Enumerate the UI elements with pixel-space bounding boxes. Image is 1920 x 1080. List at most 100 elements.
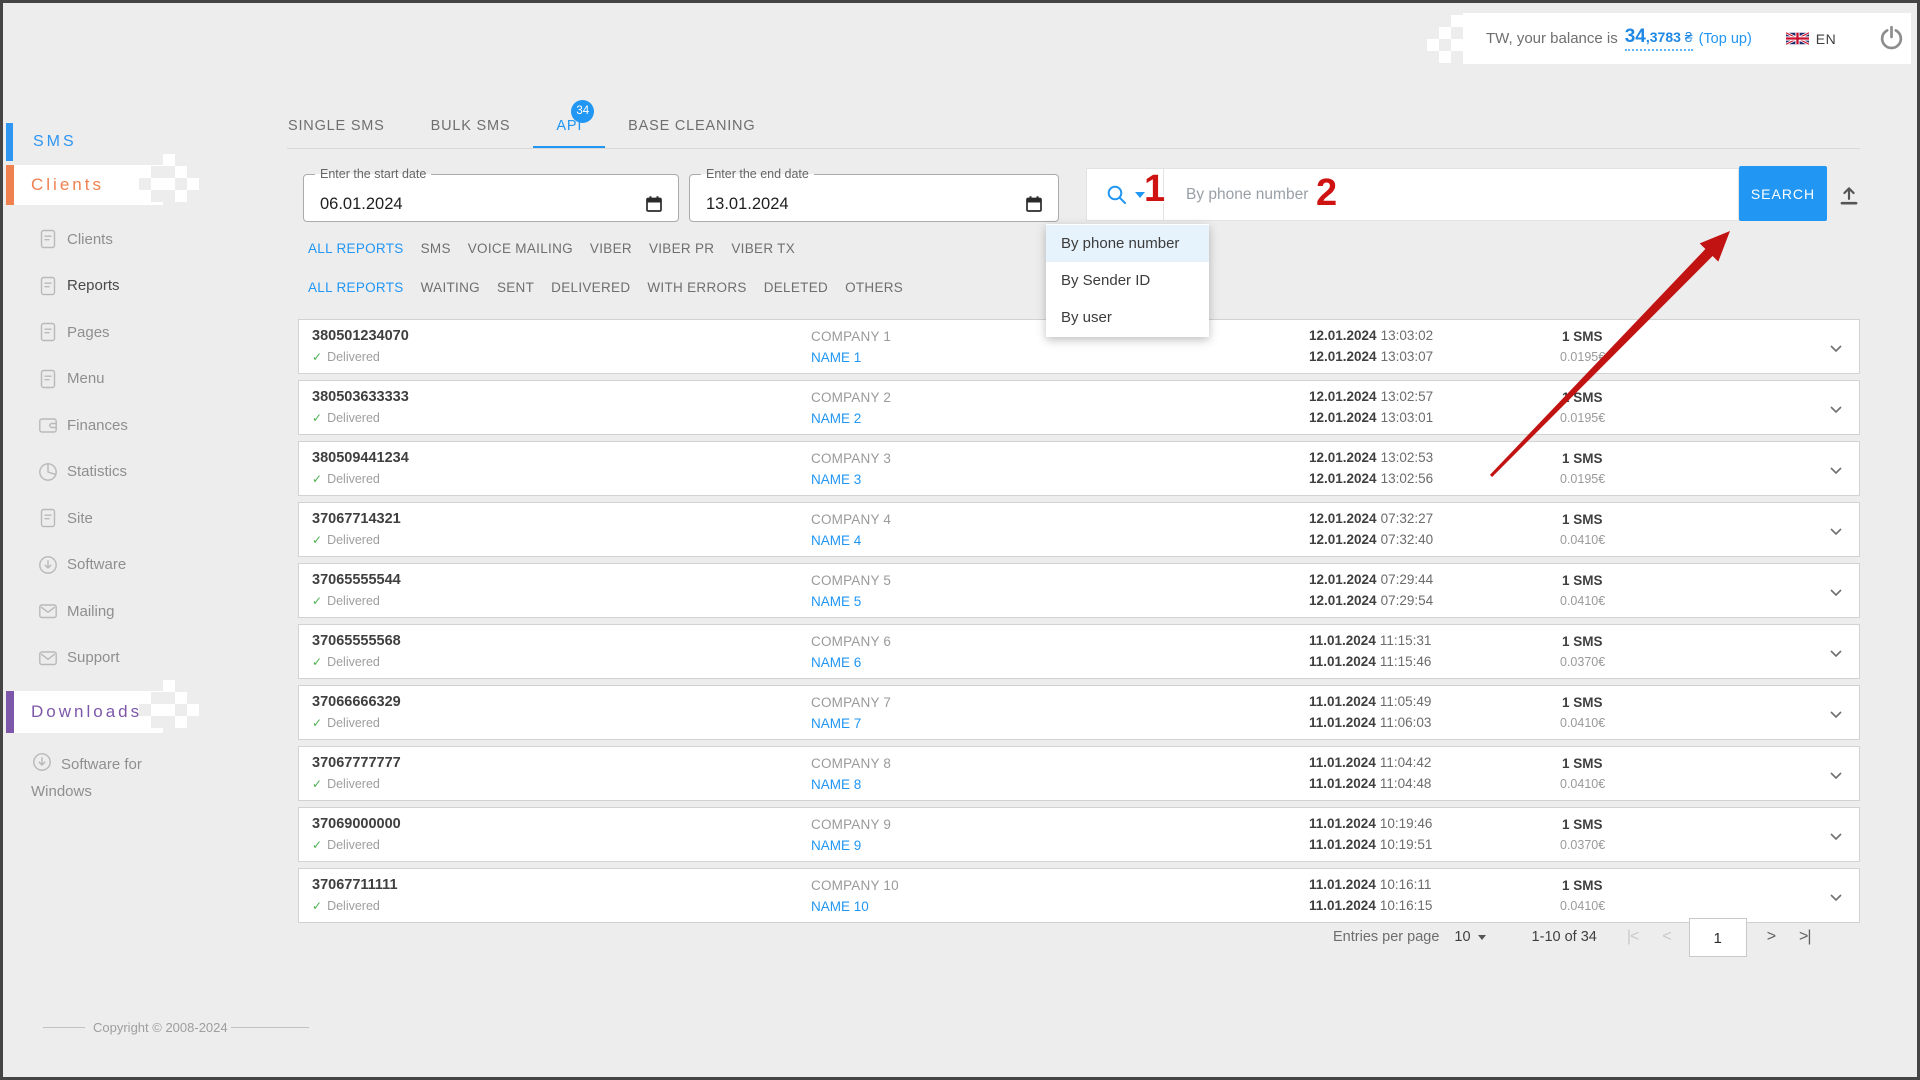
sidebar-item[interactable]: Site: [3, 495, 233, 542]
prev-page-icon[interactable]: <: [1662, 928, 1671, 946]
tab[interactable]: BULK SMS: [408, 103, 534, 149]
search-button[interactable]: SEARCH: [1739, 166, 1827, 221]
sidebar-item[interactable]: Support: [3, 635, 233, 682]
expand-chevron-icon[interactable]: [1823, 762, 1849, 793]
checker-deco: [163, 154, 175, 166]
sender-name-link[interactable]: NAME 5: [811, 594, 861, 609]
tabs-divider: [287, 148, 1860, 149]
sms-price: 0.0370€: [1560, 838, 1606, 852]
sender-name-link[interactable]: NAME 1: [811, 350, 861, 365]
sent-datetime: 12.01.2024 07:32:27: [1309, 511, 1434, 526]
expand-chevron-icon[interactable]: [1823, 579, 1849, 610]
status-filter[interactable]: SENT: [497, 280, 534, 295]
report-row[interactable]: 37066666329 ✓ Delivered COMPANY 7 NAME 7 …: [298, 685, 1860, 740]
report-row[interactable]: 37069000000 ✓ Delivered COMPANY 9 NAME 9 …: [298, 807, 1860, 862]
checker-deco: [163, 704, 175, 716]
sender-name-link[interactable]: NAME 4: [811, 533, 861, 548]
first-page-icon[interactable]: |<: [1627, 928, 1639, 946]
expand-chevron-icon[interactable]: [1823, 335, 1849, 366]
sidebar-section-clients[interactable]: Clients: [31, 165, 104, 205]
start-date-field[interactable]: Enter the start date: [303, 167, 679, 222]
sidebar-item[interactable]: Reports: [3, 263, 233, 310]
pie-chart-icon: [39, 462, 57, 481]
logout-power-icon[interactable]: [1878, 25, 1905, 52]
status-filter[interactable]: ALL REPORTS: [308, 280, 404, 295]
sender-name-link[interactable]: NAME 9: [811, 838, 861, 853]
sidebar-item[interactable]: Finances: [3, 402, 233, 449]
report-row[interactable]: 37065555544 ✓ Delivered COMPANY 5 NAME 5 …: [298, 563, 1860, 618]
report-type-filter[interactable]: VOICE MAILING: [468, 241, 573, 256]
sidebar-item[interactable]: Menu: [3, 356, 233, 403]
expand-chevron-icon[interactable]: [1823, 396, 1849, 427]
sender-name-link[interactable]: NAME 6: [811, 655, 861, 670]
sender-name-link[interactable]: NAME 3: [811, 472, 861, 487]
status-filter[interactable]: WITH ERRORS: [647, 280, 746, 295]
report-type-filter[interactable]: VIBER PR: [649, 241, 714, 256]
end-date-input[interactable]: [706, 195, 956, 214]
balance-amount[interactable]: 34,3783 ₴: [1624, 26, 1693, 51]
search-type-option[interactable]: By phone number: [1046, 225, 1209, 262]
sent-datetime: 11.01.2024 10:16:11: [1309, 877, 1432, 892]
delivery-status: ✓ Delivered: [312, 350, 380, 364]
top-up-link[interactable]: (Top up): [1699, 31, 1752, 47]
expand-chevron-icon[interactable]: [1823, 518, 1849, 549]
sender-name-link[interactable]: NAME 2: [811, 411, 861, 426]
tab[interactable]: BASE CLEANING: [605, 103, 778, 149]
upload-icon[interactable]: [1837, 183, 1861, 212]
next-page-icon[interactable]: >: [1767, 928, 1776, 946]
report-row[interactable]: 37067714321 ✓ Delivered COMPANY 4 NAME 4 …: [298, 502, 1860, 557]
sender-name-link[interactable]: NAME 7: [811, 716, 861, 731]
sidebar-section-downloads[interactable]: Downloads: [31, 691, 142, 733]
sidebar-item[interactable]: Pages: [3, 309, 233, 356]
tab[interactable]: API 34: [533, 100, 605, 149]
report-type-filter[interactable]: VIBER: [590, 241, 632, 256]
sidebar-item[interactable]: Statistics: [3, 449, 233, 496]
delivery-status: ✓ Delivered: [312, 594, 380, 608]
last-page-icon[interactable]: >|: [1799, 928, 1811, 946]
sidebar-item[interactable]: Software: [3, 542, 233, 589]
expand-chevron-icon[interactable]: [1823, 701, 1849, 732]
delivery-status: ✓ Delivered: [312, 472, 380, 486]
status-filter[interactable]: OTHERS: [845, 280, 903, 295]
phone-number: 380503633333: [312, 389, 409, 405]
checker-deco: [139, 178, 151, 190]
search-type-option[interactable]: By Sender ID: [1046, 262, 1209, 299]
sidebar-item-software-for-windows[interactable]: Software for Windows: [31, 751, 186, 805]
sender-name-link[interactable]: NAME 10: [811, 899, 869, 914]
entries-per-page-select[interactable]: 10: [1454, 929, 1486, 945]
search-icon: [1107, 185, 1126, 204]
delivered-datetime: 12.01.2024 13:02:56: [1309, 471, 1434, 486]
report-type-filter[interactable]: ALL REPORTS: [308, 241, 404, 256]
report-row[interactable]: 37067777777 ✓ Delivered COMPANY 8 NAME 8 …: [298, 746, 1860, 801]
status-filter[interactable]: DELIVERED: [551, 280, 630, 295]
expand-chevron-icon[interactable]: [1823, 640, 1849, 671]
expand-chevron-icon[interactable]: [1823, 457, 1849, 488]
report-type-filter[interactable]: SMS: [421, 241, 451, 256]
sms-price: 0.0410€: [1560, 899, 1606, 913]
calendar-icon[interactable]: [1024, 194, 1044, 219]
report-row[interactable]: 37065555568 ✓ Delivered COMPANY 6 NAME 6 …: [298, 624, 1860, 679]
calendar-icon[interactable]: [644, 194, 664, 219]
end-date-field[interactable]: Enter the end date: [689, 167, 1059, 222]
download-circle-icon: [31, 752, 53, 774]
sms-count: 1 SMS: [1562, 817, 1603, 832]
page-number-input[interactable]: 1: [1688, 917, 1747, 957]
expand-chevron-icon[interactable]: [1823, 823, 1849, 854]
search-type-option[interactable]: By user: [1046, 299, 1209, 336]
expand-chevron-icon[interactable]: [1823, 884, 1849, 915]
phone-number: 380509441234: [312, 450, 409, 466]
status-filter[interactable]: DELETED: [764, 280, 828, 295]
tab[interactable]: SINGLE SMS: [265, 103, 408, 149]
start-date-input[interactable]: [320, 195, 570, 214]
report-type-filter[interactable]: VIBER TX: [731, 241, 795, 256]
sidebar-item[interactable]: Clients: [3, 216, 233, 263]
sidebar-section-sms[interactable]: SMS: [33, 123, 77, 161]
language-selector[interactable]: EN: [1816, 31, 1836, 47]
status-filter[interactable]: WAITING: [421, 280, 480, 295]
check-icon: ✓: [312, 777, 323, 791]
clients-section-bar: [6, 165, 14, 205]
sidebar-item-icon: [37, 321, 59, 343]
sidebar-item[interactable]: Mailing: [3, 588, 233, 635]
sender-name-link[interactable]: NAME 8: [811, 777, 861, 792]
search-input[interactable]: [1164, 169, 1738, 220]
